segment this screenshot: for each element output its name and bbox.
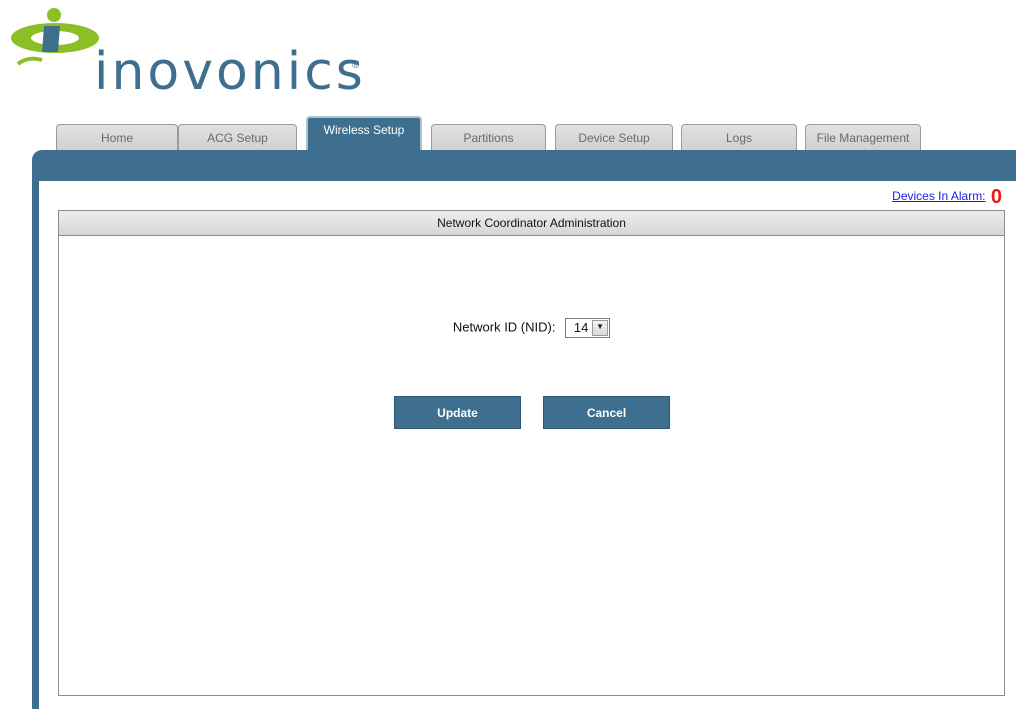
nid-label: Network ID (NID): <box>452 319 556 335</box>
network-coordinator-panel: Network Coordinator Administration Netwo… <box>58 210 1005 696</box>
cancel-button[interactable]: Cancel <box>543 396 670 429</box>
nid-value: 14 <box>573 320 589 335</box>
devices-in-alarm-link[interactable]: Devices In Alarm: <box>892 189 985 203</box>
inovonics-logo: inovonics ® <box>8 6 368 106</box>
devices-in-alarm: Devices In Alarm: 0 <box>892 186 1002 209</box>
alarm-count: 0 <box>990 186 1002 208</box>
left-rail <box>32 170 39 709</box>
panel-title: Network Coordinator Administration <box>59 211 1004 236</box>
nid-select[interactable]: 14 ▼ <box>565 318 611 338</box>
dropdown-arrow-icon[interactable]: ▼ <box>592 320 609 336</box>
tab-wireless-setup[interactable]: Wireless Setup <box>306 116 422 152</box>
registered-mark: ® <box>352 60 360 71</box>
tab-home[interactable]: Home <box>56 124 178 151</box>
tab-acg-setup[interactable]: ACG Setup <box>178 124 297 151</box>
nid-row: Network ID (NID): 14 ▼ <box>59 318 1004 338</box>
header-band <box>32 150 1016 181</box>
update-button[interactable]: Update <box>394 396 521 429</box>
tab-device-setup[interactable]: Device Setup <box>555 124 673 151</box>
tab-partitions[interactable]: Partitions <box>431 124 546 151</box>
tab-logs[interactable]: Logs <box>681 124 797 151</box>
brand-name: inovonics <box>94 42 366 102</box>
tab-file-management[interactable]: File Management <box>805 124 921 151</box>
